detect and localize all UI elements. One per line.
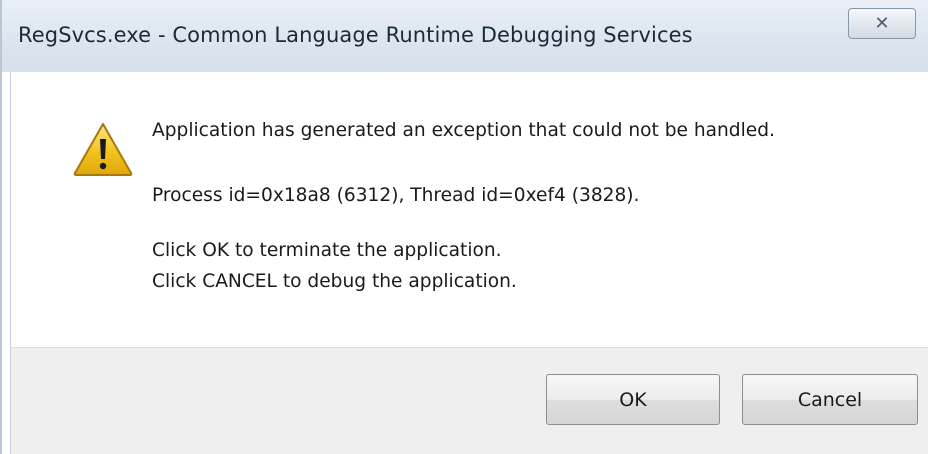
cancel-button[interactable]: Cancel <box>742 374 918 425</box>
error-dialog: RegSvcs.exe - Common Language Runtime De… <box>0 0 928 454</box>
warning-icon <box>73 123 133 176</box>
process-info: Process id=0x18a8 (6312), Thread id=0xef… <box>152 185 640 206</box>
close-icon: ✕ <box>874 13 890 34</box>
title-bar[interactable]: RegSvcs.exe - Common Language Runtime De… <box>0 0 928 454</box>
dialog-content <box>10 72 928 347</box>
error-message: Application has generated an exception t… <box>152 120 775 141</box>
window-title: RegSvcs.exe - Common Language Runtime De… <box>18 23 693 47</box>
instruction-ok: Click OK to terminate the application. <box>152 240 502 261</box>
close-button[interactable]: ✕ <box>848 8 916 39</box>
instruction-cancel: Click CANCEL to debug the application. <box>152 271 517 292</box>
cancel-button-label: Cancel <box>797 388 863 411</box>
ok-button[interactable]: OK <box>546 374 720 425</box>
ok-button-label: OK <box>619 388 647 411</box>
